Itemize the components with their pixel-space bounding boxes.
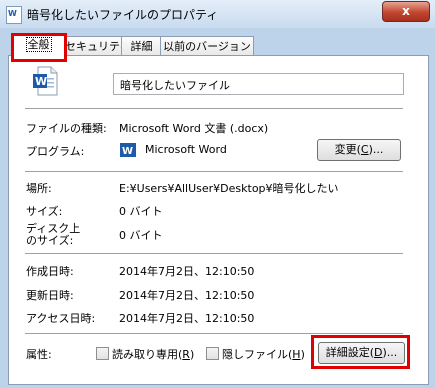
tab-highlight-box (11, 33, 67, 62)
hidden-label[interactable]: 隠しファイル(H) (222, 346, 305, 362)
tab-previous-versions[interactable]: 以前のバージョン (160, 36, 254, 57)
hidden-suffix: ) (300, 348, 305, 361)
readonly-suffix: ) (189, 348, 195, 361)
change-button-mnemonic: C (360, 143, 369, 156)
readonly-mnemonic: R (182, 348, 190, 361)
location-label: 場所: (26, 182, 52, 195)
svg-text:W: W (35, 75, 47, 88)
change-button-suffix: )... (368, 143, 384, 156)
separator (25, 108, 403, 109)
separator (25, 333, 403, 334)
readonly-checkbox[interactable] (96, 347, 109, 360)
program-label: プログラム: (26, 145, 85, 158)
file-type-label: ファイルの種類: (26, 122, 107, 135)
title-bar: W 暗号化したいファイルのプロパティ x (0, 0, 435, 28)
disk-size-value: 0 バイト (119, 229, 163, 242)
tab-security[interactable]: セキュリティ (64, 36, 130, 57)
file-name-input[interactable]: 暗号化したいファイル (113, 73, 404, 95)
accessed-value: 2014年7月2日、12:10:50 (119, 312, 255, 325)
file-name-value: 暗号化したいファイル (120, 79, 230, 92)
disk-size-label-line2: のサイズ: (26, 234, 74, 247)
hidden-checkbox[interactable] (206, 347, 219, 360)
attributes-label: 属性: (26, 348, 52, 361)
readonly-label[interactable]: 読み取り専用(R) (112, 346, 194, 362)
word-program-icon: W (120, 143, 136, 157)
word-document-icon: W (6, 6, 22, 24)
created-value: 2014年7月2日、12:10:50 (119, 265, 255, 278)
word-document-icon: W (33, 66, 58, 96)
size-value: 0 バイト (119, 205, 163, 218)
accessed-label: アクセス日時: (26, 312, 96, 325)
created-label: 作成日時: (26, 265, 74, 278)
file-type-value: Microsoft Word 文書 (.docx) (119, 122, 269, 135)
close-button[interactable]: x (382, 1, 430, 22)
hidden-label-text: 隠しファイル( (222, 348, 293, 361)
tab-details[interactable]: 詳細 (121, 36, 162, 57)
advanced-button-highlight-box (311, 335, 410, 369)
change-program-button[interactable]: 変更(C)... (317, 139, 401, 161)
size-label: サイズ: (26, 205, 63, 218)
program-value: Microsoft Word (145, 143, 227, 156)
window-title: 暗号化したいファイルのプロパティ (27, 8, 219, 22)
hidden-mnemonic: H (292, 348, 301, 361)
modified-label: 更新日時: (26, 289, 74, 302)
location-value: E:¥Users¥AllUser¥Desktop¥暗号化したい (119, 182, 339, 195)
disk-size-label: ディスク上 のサイズ: (26, 223, 80, 247)
separator (25, 253, 403, 254)
svg-text:W: W (122, 146, 133, 157)
modified-value: 2014年7月2日、12:10:50 (119, 289, 255, 302)
change-button-text: 変更( (334, 143, 361, 156)
readonly-label-text: 読み取り専用( (112, 348, 183, 361)
separator (25, 171, 403, 172)
